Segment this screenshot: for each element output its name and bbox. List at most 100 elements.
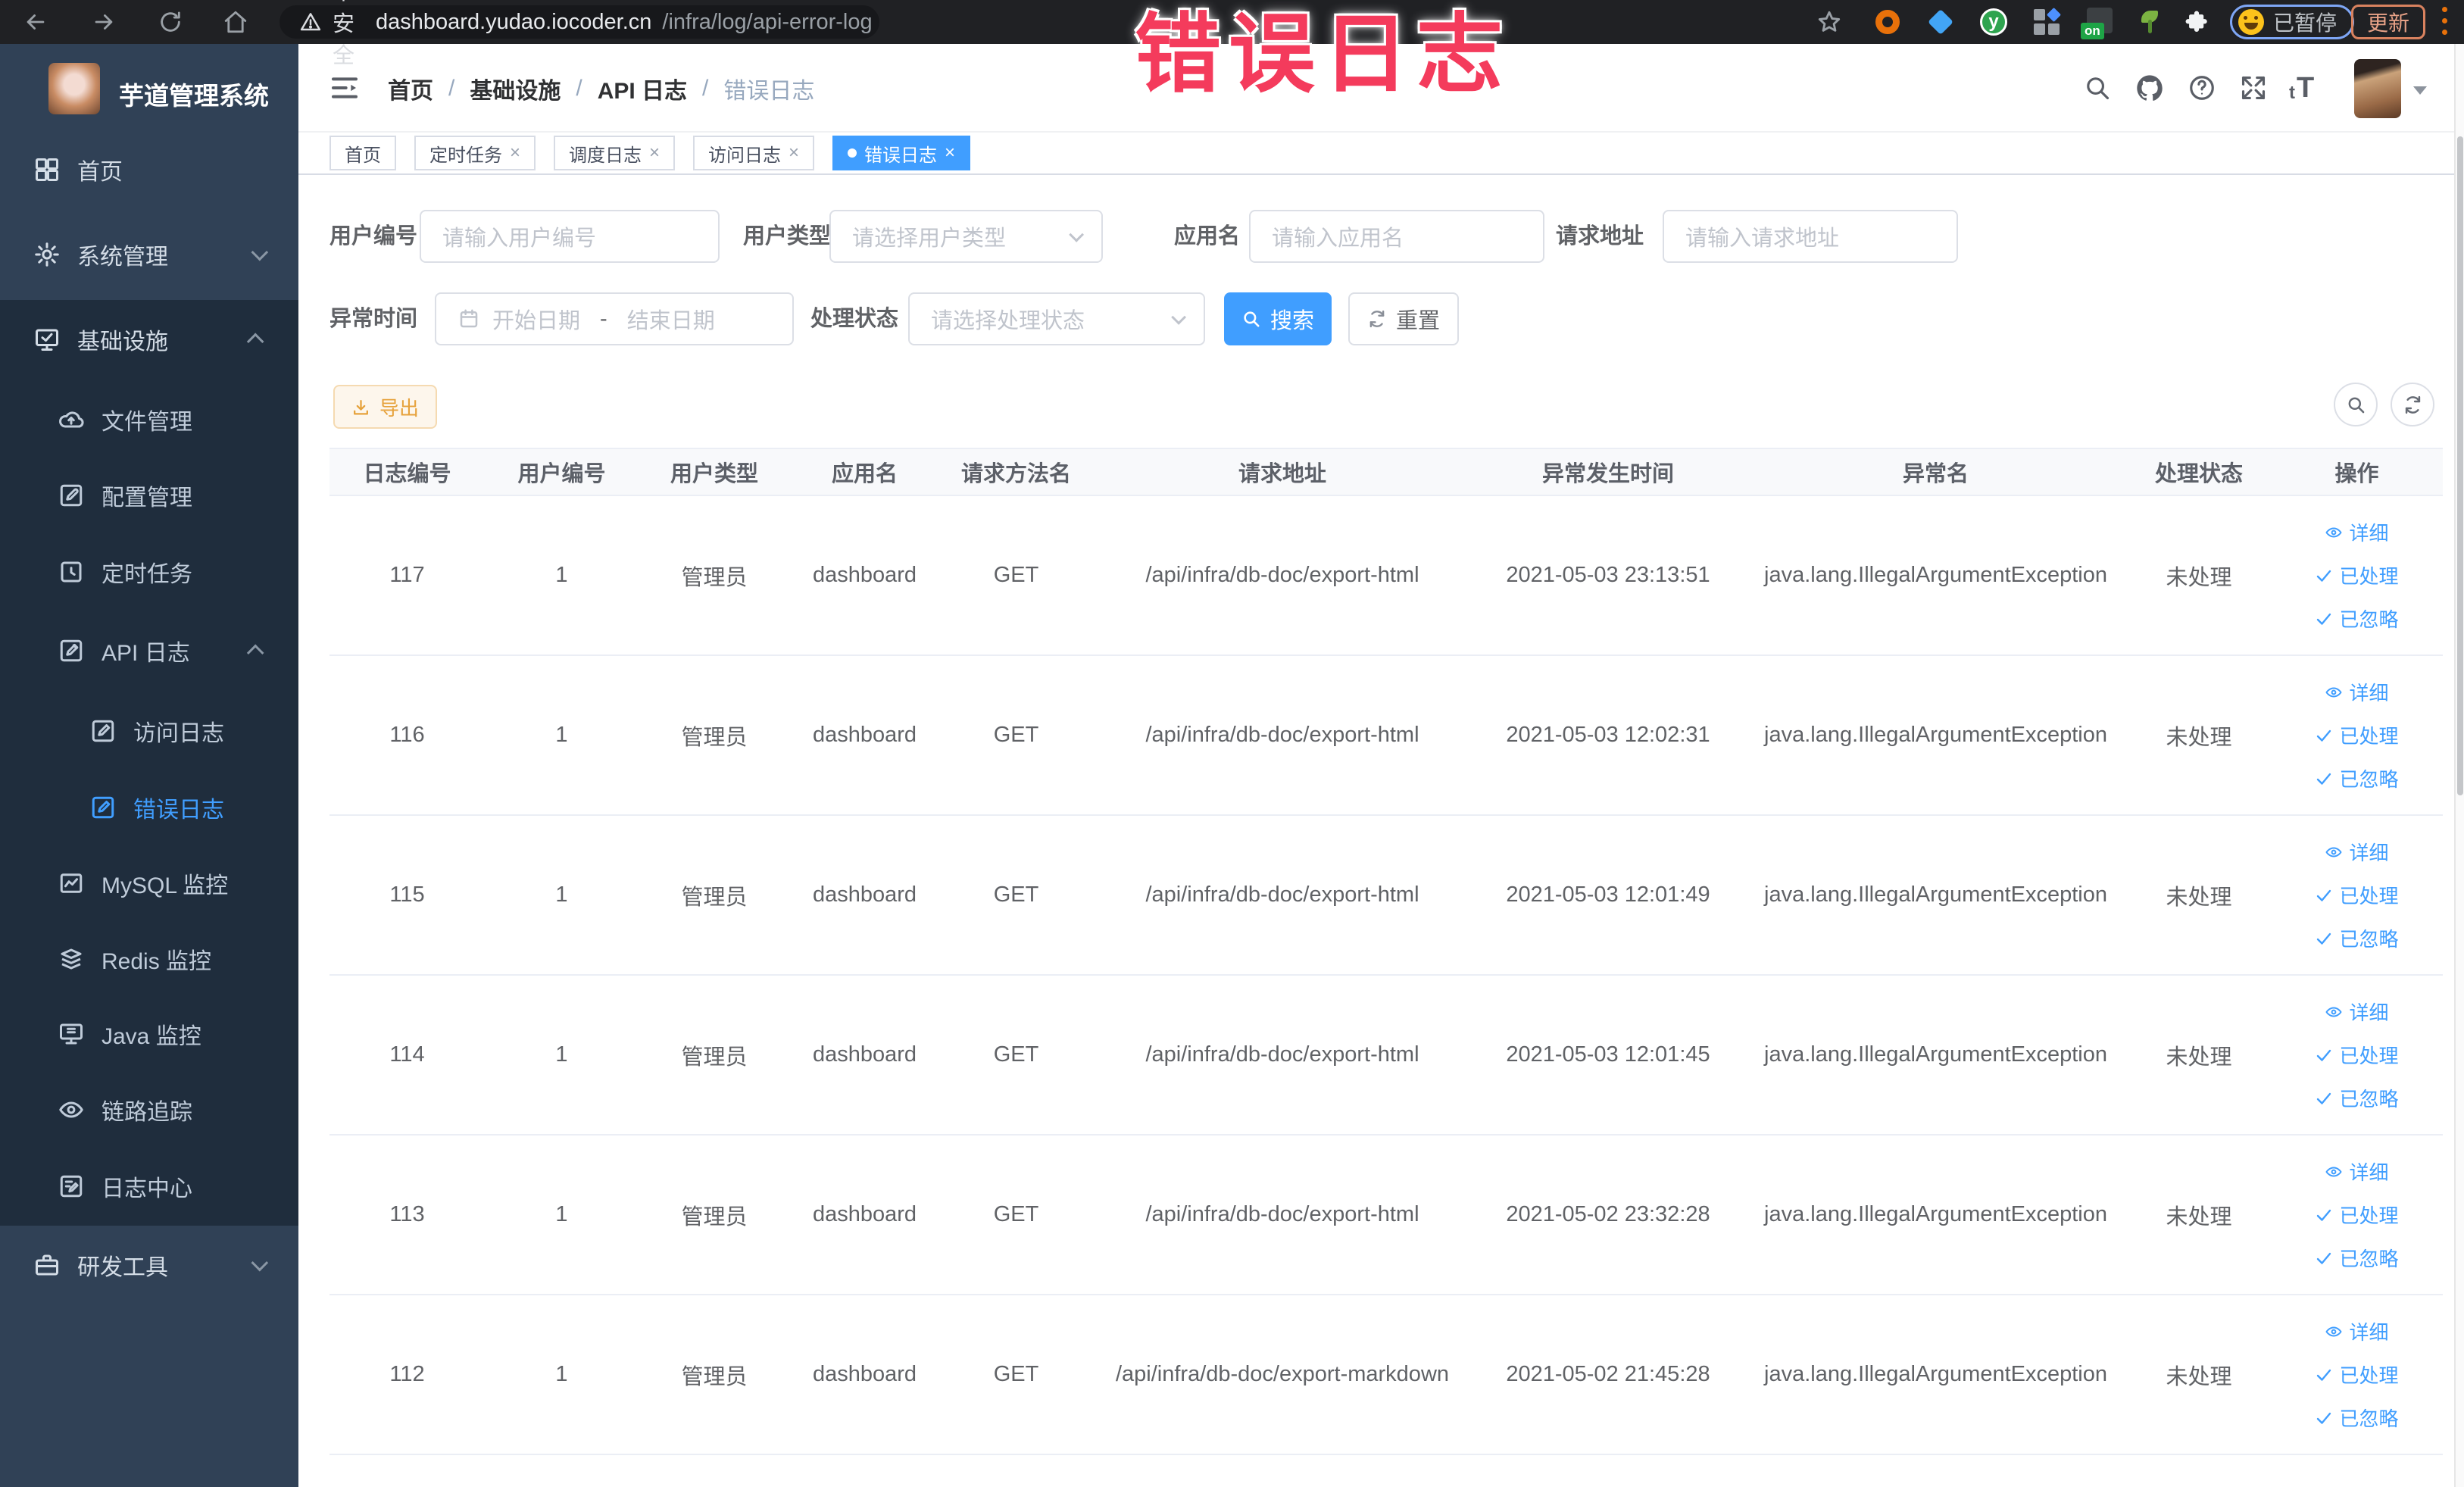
sidebar-item-error-log[interactable]: 错误日志 <box>0 768 298 847</box>
tab-home[interactable]: 首页 <box>329 136 396 170</box>
extension-grid-icon[interactable] <box>2034 7 2062 35</box>
detail-link[interactable]: 详细 <box>2325 998 2389 1026</box>
github-icon[interactable] <box>2135 73 2165 103</box>
extension-puzzle-icon[interactable] <box>2184 9 2209 35</box>
sidebar-item-api-log[interactable]: API 日志 <box>0 611 298 690</box>
refresh-button[interactable] <box>2391 383 2434 426</box>
mark-processed-link[interactable]: 已处理 <box>2315 721 2399 749</box>
breadcrumb-infrastructure[interactable]: 基础设施 <box>470 72 561 105</box>
row-actions: 详细 已处理 已忽略 <box>2271 1136 2443 1294</box>
tab-error-log[interactable]: 错误日志 <box>832 136 971 170</box>
close-tab-icon[interactable] <box>789 144 799 162</box>
browser-home-icon[interactable] <box>223 9 248 35</box>
sidebar-item-dev-tools[interactable]: 研发工具 <box>0 1226 298 1304</box>
sidebar-item-log-center[interactable]: 日志中心 <box>0 1147 298 1226</box>
detail-link[interactable]: 详细 <box>2325 678 2389 706</box>
detail-link[interactable]: 详细 <box>2325 1157 2389 1186</box>
extension-plant-icon[interactable] <box>2138 9 2161 35</box>
scheduled-task-icon <box>58 558 85 586</box>
reset-button[interactable]: 重置 <box>1348 292 1459 345</box>
error-log-table: 日志编号 用户编号 用户类型 应用名 请求方法名 请求地址 异常发生时间 异常名… <box>329 448 2443 1455</box>
sidebar-toggle-icon[interactable] <box>329 73 360 103</box>
app-logo[interactable] <box>48 63 100 114</box>
detail-link[interactable]: 详细 <box>2325 1317 2389 1345</box>
font-size-icon[interactable]: tT <box>2289 73 2314 102</box>
mark-processed-link[interactable]: 已处理 <box>2315 1201 2399 1229</box>
browser-reload-icon[interactable] <box>158 9 183 35</box>
close-tab-icon[interactable] <box>945 144 955 162</box>
browser-update-button[interactable]: 更新 <box>2351 5 2425 39</box>
table-header: 日志编号 用户编号 用户类型 应用名 请求方法名 请求地址 异常发生时间 异常名… <box>329 448 2443 496</box>
bookmark-star-icon[interactable] <box>1816 9 1842 35</box>
page-scrollbar[interactable] <box>2454 44 2464 1487</box>
sidebar-item-config-manage[interactable]: 配置管理 <box>0 456 298 535</box>
browser-back-icon[interactable] <box>23 9 48 35</box>
row-actions: 详细 已处理 已忽略 <box>2271 1295 2443 1454</box>
sidebar-item-redis-monitor[interactable]: Redis 监控 <box>0 920 298 998</box>
mark-ignored-link[interactable]: 已忽略 <box>2315 924 2399 952</box>
tab-access-log[interactable]: 访问日志 <box>693 136 815 170</box>
mark-ignored-link[interactable]: 已忽略 <box>2315 1244 2399 1272</box>
toggle-search-button[interactable] <box>2334 383 2378 426</box>
search-icon[interactable] <box>2083 73 2112 102</box>
browser-address-bar[interactable]: 不安全 dashboard.yudao.iocoder.cn/infra/log… <box>280 0 879 68</box>
browser-menu-icon[interactable] <box>2442 7 2447 35</box>
sidebar-item-trace[interactable]: 链路追踪 <box>0 1070 298 1149</box>
sidebar-item-scheduled-task[interactable]: 定时任务 <box>0 533 298 611</box>
chevron-down-icon <box>1171 309 1187 325</box>
user-type-select[interactable]: 请选择用户类型 <box>829 210 1103 263</box>
export-button[interactable]: 导出 <box>333 385 437 429</box>
file-manage-icon <box>58 406 85 433</box>
breadcrumb-home[interactable]: 首页 <box>388 72 433 105</box>
sidebar-item-mysql-monitor[interactable]: MySQL 监控 <box>0 844 298 923</box>
detail-link[interactable]: 详细 <box>2325 838 2389 866</box>
mark-ignored-link[interactable]: 已忽略 <box>2315 1084 2399 1112</box>
sidebar-item-system-manage[interactable]: 系统管理 <box>0 215 298 294</box>
emoji-face-icon <box>2238 9 2264 35</box>
scrollbar-thumb[interactable] <box>2457 136 2463 795</box>
table-row: 114 1 管理员 dashboard GET /api/infra/db-do… <box>329 976 2443 1136</box>
extension-gem-icon[interactable] <box>1928 9 1953 35</box>
tab-scheduled-task[interactable]: 定时任务 <box>414 136 536 170</box>
search-button[interactable]: 搜索 <box>1224 292 1332 345</box>
mark-ignored-link[interactable]: 已忽略 <box>2315 764 2399 792</box>
sidebar-item-file-manage[interactable]: 文件管理 <box>0 380 298 459</box>
sidebar-item-home[interactable]: 首页 <box>0 130 298 209</box>
sidebar-item-java-monitor[interactable]: Java 监控 <box>0 995 298 1073</box>
chevron-down-icon <box>251 1254 269 1272</box>
browser-forward-icon[interactable] <box>91 9 117 35</box>
request-url-input[interactable]: 请输入请求地址 <box>1663 210 1958 263</box>
security-label[interactable]: 不安全 <box>333 0 354 70</box>
extension-orange-icon[interactable] <box>1875 10 1900 34</box>
user-avatar[interactable] <box>2354 59 2401 118</box>
tab-dispatch-log[interactable]: 调度日志 <box>554 136 676 170</box>
mark-ignored-link[interactable]: 已忽略 <box>2315 604 2399 633</box>
extension-green-y-icon[interactable]: y <box>1980 8 2007 36</box>
process-status-select[interactable]: 请选择处理状态 <box>908 292 1205 345</box>
close-tab-icon[interactable] <box>649 144 660 162</box>
user-id-input[interactable]: 请输入用户编号 <box>420 210 720 263</box>
mark-processed-link[interactable]: 已处理 <box>2315 1360 2399 1389</box>
sidebar-item-infrastructure[interactable]: 基础设施 <box>0 300 298 379</box>
mark-ignored-link[interactable]: 已忽略 <box>2315 1404 2399 1432</box>
url-path: /infra/log/api-error-log <box>662 9 873 34</box>
sidebar-item-access-log[interactable]: 访问日志 <box>0 692 298 770</box>
mark-processed-link[interactable]: 已处理 <box>2315 1041 2399 1069</box>
profile-paused-badge[interactable]: 已暂停 <box>2230 5 2355 39</box>
close-tab-icon[interactable] <box>510 144 520 162</box>
extension-on-badge-icon[interactable]: on <box>2081 7 2113 39</box>
table-row: 112 1 管理员 dashboard GET /api/infra/db-do… <box>329 1295 2443 1455</box>
caret-down-icon[interactable] <box>2413 86 2427 95</box>
exception-time-range-picker[interactable]: 开始日期 - 结束日期 <box>435 292 794 345</box>
mark-processed-link[interactable]: 已处理 <box>2315 561 2399 589</box>
detail-link[interactable]: 详细 <box>2325 518 2389 546</box>
page-content: 用户编号 请输入用户编号 用户类型 请选择用户类型 应用名 请输入应用名 请求地… <box>298 175 2464 1487</box>
config-manage-icon <box>58 482 85 509</box>
chevron-up-icon <box>246 644 264 662</box>
app-name-input[interactable]: 请输入应用名 <box>1249 210 1544 263</box>
log-center-icon <box>58 1173 85 1200</box>
help-icon[interactable] <box>2188 73 2216 102</box>
fullscreen-icon[interactable] <box>2239 73 2268 102</box>
breadcrumb-api-log[interactable]: API 日志 <box>598 72 687 105</box>
mark-processed-link[interactable]: 已处理 <box>2315 881 2399 909</box>
